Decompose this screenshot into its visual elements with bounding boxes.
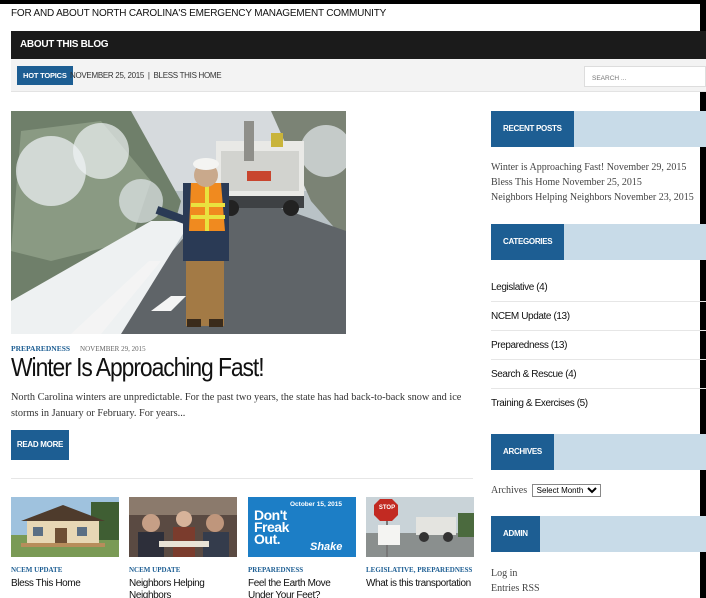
featured-post-excerpt: North Carolina winters are unpredictable… (11, 392, 462, 419)
recent-posts-widget-header: RECENT POSTS (491, 111, 706, 147)
admin-widget-header: ADMIN (491, 516, 706, 552)
recent-posts-heading: RECENT POSTS (491, 111, 574, 147)
winter-storm-photo (11, 111, 346, 334)
admin-heading: ADMIN (491, 516, 540, 552)
main-navbar: ABOUT THIS BLOG (11, 31, 706, 59)
recent-posts-list: Winter is Approaching Fast! November 29,… (491, 160, 706, 205)
card-thumbnail-shakeout[interactable]: October 15, 2015 Don't Freak Out. Shake (248, 497, 356, 557)
card-category-link[interactable]: PREPAREDNESS (248, 564, 356, 576)
recent-post-link[interactable]: Neighbors Helping Neighbors (491, 192, 612, 203)
card-title-link[interactable]: Feel the Earth Move Under Your Feet? Sha… (248, 578, 356, 598)
featured-post-image[interactable] (11, 111, 346, 334)
recent-post-date: November 29, 2015 (606, 162, 687, 173)
recent-post-item: Winter is Approaching Fast! November 29,… (491, 160, 706, 175)
category-link-preparedness[interactable]: Preparedness (13) (491, 340, 567, 351)
entries-rss-link[interactable]: Entries RSS (491, 583, 540, 594)
content-divider (11, 478, 473, 479)
archives-month-select[interactable]: Select Month (531, 484, 601, 497)
category-item: Search & Rescue (4) (491, 360, 706, 389)
login-link[interactable]: Log in (491, 568, 517, 579)
hot-topics-ticker[interactable]: NOVEMBER 25, 2015 | BLESS THIS HOME (70, 71, 222, 80)
recent-post-item: Neighbors Helping Neighbors November 23,… (491, 190, 706, 205)
recent-post-item: Bless This Home November 25, 2015 (491, 175, 706, 190)
card-category-link[interactable]: NCEM UPDATE (11, 564, 119, 576)
nav-about-this-blog[interactable]: ABOUT THIS BLOG (20, 39, 109, 50)
categories-heading: CATEGORIES (491, 224, 565, 260)
read-more-button[interactable]: READ MORE (11, 430, 69, 460)
category-item: Legislative (4) (491, 273, 706, 302)
recent-post-date: November 23, 2015 (614, 192, 694, 203)
post-card: NCEM UPDATE Neighbors Helping Neighbors (129, 497, 237, 598)
category-link-search-rescue[interactable]: Search & Rescue (4) (491, 369, 577, 380)
card-thumbnail-meeting[interactable] (129, 497, 237, 557)
archives-widget-header: ARCHIVES (491, 434, 706, 470)
search-input[interactable] (585, 69, 705, 88)
admin-links: Log in Entries RSS (491, 566, 540, 596)
recent-post-date: November 25, 2015 (562, 177, 642, 188)
categories-widget-header: CATEGORIES (491, 224, 706, 260)
recent-post-link[interactable]: Winter is Approaching Fast! (491, 162, 604, 173)
post-card: STOP LEGISLATIVE, PREPAREDNESS What is t… (366, 497, 474, 590)
shakeout-logo-text: Shake (310, 541, 343, 553)
hot-topics-badge: HOT TOPICS (17, 66, 73, 85)
stop-sign-text: STOP (378, 505, 396, 511)
card-thumbnail-stop-sign[interactable]: STOP (366, 497, 474, 557)
category-item: Training & Exercises (5) (491, 389, 706, 418)
card-title-link[interactable]: Bless This Home (11, 578, 119, 590)
category-item: NCEM Update (13) (491, 302, 706, 331)
hot-topics-bar: HOT TOPICS NOVEMBER 25, 2015 | BLESS THI… (11, 59, 706, 92)
category-item: Preparedness (13) (491, 331, 706, 360)
card-thumbnail-house[interactable] (11, 497, 119, 557)
recent-post-link[interactable]: Bless This Home (491, 177, 560, 188)
archives-row: Archives Select Month (491, 484, 601, 497)
archives-label: Archives (491, 485, 528, 496)
site-tagline: FOR AND ABOUT NORTH CAROLINA'S EMERGENCY… (11, 8, 387, 19)
archives-heading: ARCHIVES (491, 434, 554, 470)
post-card: October 15, 2015 Don't Freak Out. Shake … (248, 497, 356, 598)
card-title-link[interactable]: What is this transportation (366, 578, 474, 590)
post-card: NCEM UPDATE Bless This Home (11, 497, 119, 590)
category-link-training-exercises[interactable]: Training & Exercises (5) (491, 398, 588, 409)
categories-list: Legislative (4) NCEM Update (13) Prepare… (491, 273, 706, 418)
card-title-link[interactable]: Neighbors Helping Neighbors (129, 578, 237, 598)
category-link-legislative[interactable]: Legislative (4) (491, 282, 548, 293)
card-category-link[interactable]: NCEM UPDATE (129, 564, 237, 576)
category-link-ncem-update[interactable]: NCEM Update (13) (491, 311, 570, 322)
card-category-link[interactable]: LEGISLATIVE, PREPAREDNESS (366, 564, 474, 576)
featured-post-title[interactable]: Winter Is Approaching Fast! (11, 352, 265, 383)
shakeout-headline: Don't Freak Out. (254, 508, 289, 546)
search-box (584, 66, 706, 88)
window-frame-top (0, 0, 706, 4)
shakeout-date-text: October 15, 2015 (290, 501, 343, 508)
